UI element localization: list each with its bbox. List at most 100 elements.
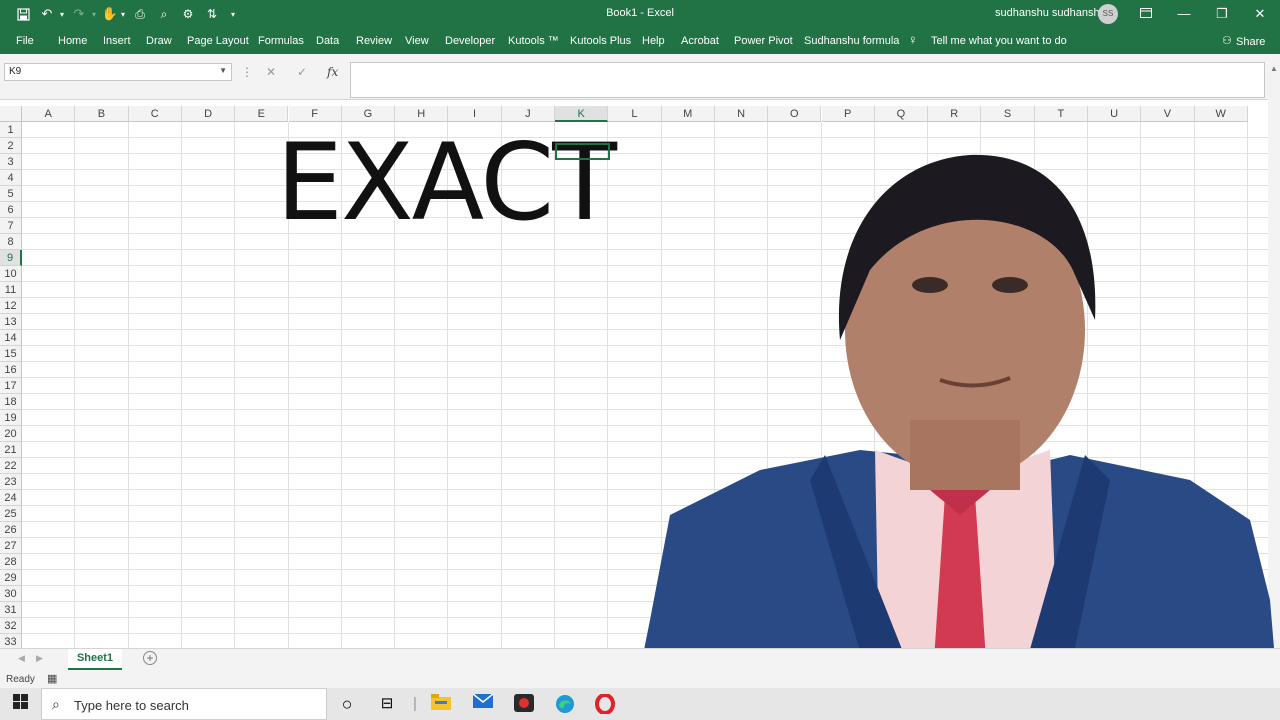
redo-icon[interactable]: ↷: [70, 5, 88, 23]
column-header-b[interactable]: B: [75, 106, 129, 122]
tab-review[interactable]: Review: [356, 35, 392, 47]
row-header-26[interactable]: 26: [0, 522, 22, 538]
tab-help[interactable]: Help: [642, 35, 665, 47]
formula-input[interactable]: [350, 62, 1265, 98]
taskbar-search-box[interactable]: ⌕ Type here to search: [41, 688, 327, 720]
tab-power-pivot[interactable]: Power Pivot: [734, 35, 793, 47]
row-header-33[interactable]: 33: [0, 634, 22, 648]
row-header-20[interactable]: 20: [0, 426, 22, 442]
scroll-right-sheet-icon[interactable]: ▶: [36, 653, 43, 664]
row-header-32[interactable]: 32: [0, 618, 22, 634]
redo-dropdown-icon[interactable]: ▾: [90, 5, 98, 23]
row-header-1[interactable]: 1: [0, 122, 22, 138]
row-header-7[interactable]: 7: [0, 218, 22, 234]
restore-icon[interactable]: ❐: [1212, 4, 1232, 24]
row-header-11[interactable]: 11: [0, 282, 22, 298]
scroll-left-sheet-icon[interactable]: ◀: [18, 653, 25, 664]
more-options-icon[interactable]: ⋮: [241, 65, 253, 79]
undo-icon[interactable]: ↶: [38, 5, 56, 23]
row-header-31[interactable]: 31: [0, 602, 22, 618]
row-header-4[interactable]: 4: [0, 170, 22, 186]
row-header-6[interactable]: 6: [0, 202, 22, 218]
tab-kutools-plus[interactable]: Kutools Plus: [570, 35, 631, 47]
tab-home[interactable]: Home: [58, 35, 87, 47]
row-header-10[interactable]: 10: [0, 266, 22, 282]
row-header-28[interactable]: 28: [0, 554, 22, 570]
row-header-25[interactable]: 25: [0, 506, 22, 522]
column-header-d[interactable]: D: [181, 106, 236, 122]
insert-function-icon[interactable]: fx: [327, 65, 338, 79]
chevron-down-icon[interactable]: ▼: [219, 66, 227, 75]
opera-browser-icon[interactable]: [594, 693, 616, 715]
column-header-e[interactable]: E: [235, 106, 289, 122]
column-header-h[interactable]: H: [395, 106, 449, 122]
touch-dropdown-icon[interactable]: ▾: [119, 5, 127, 23]
tab-sudhanshu-formula[interactable]: Sudhanshu formula: [804, 35, 899, 47]
row-header-16[interactable]: 16: [0, 362, 22, 378]
file-explorer-icon[interactable]: [430, 694, 452, 714]
row-header-12[interactable]: 12: [0, 298, 22, 314]
tab-developer[interactable]: Developer: [445, 35, 495, 47]
sheet-tab-sheet1[interactable]: Sheet1: [68, 649, 122, 670]
column-header-i[interactable]: I: [448, 106, 502, 122]
selected-cell-k9[interactable]: [555, 143, 610, 160]
name-box[interactable]: K9 ▼: [4, 63, 232, 81]
row-header-29[interactable]: 29: [0, 570, 22, 586]
tab-formulas[interactable]: Formulas: [258, 35, 304, 47]
row-header-27[interactable]: 27: [0, 538, 22, 554]
task-view-icon[interactable]: ⊟: [376, 694, 398, 714]
row-header-30[interactable]: 30: [0, 586, 22, 602]
tab-acrobat[interactable]: Acrobat: [681, 35, 719, 47]
minimize-icon[interactable]: —: [1174, 4, 1194, 24]
tab-page-layout[interactable]: Page Layout: [187, 35, 249, 47]
row-header-23[interactable]: 23: [0, 474, 22, 490]
edge-browser-icon[interactable]: [554, 694, 576, 714]
row-header-17[interactable]: 17: [0, 378, 22, 394]
scroll-up-icon[interactable]: ▲: [1270, 64, 1278, 73]
row-header-19[interactable]: 19: [0, 410, 22, 426]
column-header-c[interactable]: C: [128, 106, 182, 122]
touch-mode-icon[interactable]: ✋: [102, 5, 118, 23]
tab-file[interactable]: File: [16, 35, 34, 47]
macro-record-icon[interactable]: ▦: [47, 672, 57, 685]
preview-icon[interactable]: ⌕: [156, 5, 172, 23]
tell-me-search[interactable]: Tell me what you want to do: [931, 35, 1067, 47]
ribbon-display-icon[interactable]: [1136, 4, 1156, 24]
row-header-13[interactable]: 13: [0, 314, 22, 330]
row-header-18[interactable]: 18: [0, 394, 22, 410]
row-header-21[interactable]: 21: [0, 442, 22, 458]
add-sheet-icon[interactable]: +: [143, 651, 157, 665]
undo-dropdown-icon[interactable]: ▾: [58, 5, 66, 23]
column-header-k[interactable]: K: [555, 106, 609, 122]
print-preview-icon[interactable]: ⎙: [132, 5, 148, 23]
tab-kutools[interactable]: Kutools ™: [508, 35, 559, 47]
row-header-15[interactable]: 15: [0, 346, 22, 362]
sort-icon[interactable]: ⇅: [204, 5, 220, 23]
cortana-icon[interactable]: ○: [336, 694, 358, 714]
row-header-3[interactable]: 3: [0, 154, 22, 170]
close-icon[interactable]: ✕: [1250, 4, 1270, 24]
cancel-icon[interactable]: ✕: [266, 65, 276, 79]
tab-data[interactable]: Data: [316, 35, 339, 47]
column-header-a[interactable]: A: [22, 106, 76, 122]
column-header-f[interactable]: F: [288, 106, 342, 122]
mail-icon[interactable]: [472, 693, 494, 714]
connect-icon[interactable]: ⚙: [180, 5, 196, 23]
tab-view[interactable]: View: [405, 35, 429, 47]
tab-draw[interactable]: Draw: [146, 35, 172, 47]
select-all-corner[interactable]: [0, 106, 22, 122]
column-header-j[interactable]: J: [501, 106, 555, 122]
screen-recorder-icon[interactable]: [513, 694, 535, 714]
row-header-14[interactable]: 14: [0, 330, 22, 346]
customize-toolbar-icon[interactable]: ▾: [228, 5, 238, 23]
row-header-2[interactable]: 2: [0, 138, 22, 154]
share-button[interactable]: Share: [1236, 36, 1265, 48]
user-name[interactable]: sudhanshu sudhanshu: [995, 7, 1106, 19]
save-icon[interactable]: [14, 5, 32, 23]
windows-start-icon[interactable]: [9, 694, 31, 714]
tab-insert[interactable]: Insert: [103, 35, 131, 47]
row-header-5[interactable]: 5: [0, 186, 22, 202]
avatar[interactable]: SS: [1098, 4, 1118, 24]
enter-icon[interactable]: ✓: [297, 65, 307, 79]
row-header-8[interactable]: 8: [0, 234, 22, 250]
